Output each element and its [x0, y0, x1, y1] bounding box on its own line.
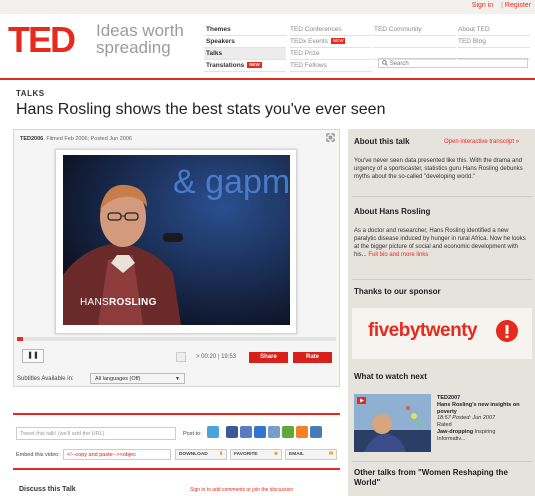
- nav-item-talks[interactable]: Talks: [204, 48, 286, 60]
- nav-about: About TED TED Blog: [458, 24, 530, 60]
- divider: [352, 196, 532, 197]
- pause-button[interactable]: ❚❚: [22, 349, 44, 363]
- stumbleupon-icon[interactable]: [282, 426, 294, 438]
- watch-next-heading: What to watch next: [354, 372, 427, 381]
- post-to-label: Post to:: [183, 431, 202, 437]
- nav-community: TED Community: [374, 24, 456, 60]
- sponsor-heading: Thanks to our sponsor: [354, 287, 441, 296]
- next-talk-info: TED2007 Hans Rosling's new insights on p…: [437, 395, 520, 442]
- account-links: Sign in | Register: [471, 2, 531, 9]
- nav-item-about-ted[interactable]: About TED: [458, 24, 530, 36]
- discuss-divider: [13, 468, 340, 470]
- share-button[interactable]: Share: [249, 352, 288, 363]
- subtitles-label: Subtitles Available in:: [17, 376, 74, 382]
- envelope-icon: ✉: [328, 452, 333, 457]
- digg-icon[interactable]: [268, 426, 280, 438]
- favorite-button[interactable]: FAVORITE ★: [230, 449, 282, 460]
- nav-item-themes[interactable]: Themes: [204, 24, 286, 36]
- tweet-input[interactable]: Tweet this talk! (we'll add the URL): [16, 427, 176, 440]
- divider: [352, 461, 532, 462]
- section-label: TALKS: [16, 89, 45, 98]
- subtitles-select[interactable]: All languages (Off) ▼: [90, 373, 185, 384]
- nav-item-ted-blog[interactable]: TED Blog: [458, 36, 530, 48]
- transcript-link[interactable]: Open interactive transcript »: [444, 139, 519, 145]
- delicious-icon[interactable]: [254, 426, 266, 438]
- next-talk-title[interactable]: Hans Rosling's new insights on poverty: [437, 402, 520, 415]
- nav-primary: Themes Speakers Talks Translations NEW: [204, 24, 286, 72]
- download-button[interactable]: DOWNLOAD ⬇: [175, 449, 227, 460]
- divider: [352, 279, 532, 280]
- new-badge: NEW: [247, 62, 262, 69]
- signin-link[interactable]: Sign in: [472, 2, 493, 9]
- header-divider: [0, 78, 535, 80]
- star-icon: ★: [273, 452, 278, 457]
- about-speaker-heading: About Hans Rosling: [354, 207, 431, 216]
- embed-label: Embed this video:: [16, 452, 60, 458]
- volume-icon[interactable]: [176, 352, 186, 362]
- ted-logo[interactable]: TED: [8, 22, 76, 58]
- time-display: > 00:20 | 19:53: [196, 354, 237, 360]
- rss-icon[interactable]: [296, 426, 308, 438]
- twitter-icon[interactable]: [207, 426, 219, 438]
- about-talk-heading: About this talk: [354, 137, 410, 146]
- email-icon[interactable]: [310, 426, 322, 438]
- nav-item-speakers[interactable]: Speakers: [204, 36, 286, 48]
- full-bio-link[interactable]: Full bio and more links: [368, 252, 428, 258]
- next-talk-image: [354, 394, 431, 452]
- nav-item-ted-prize[interactable]: TED Prize: [290, 48, 372, 60]
- myspace-icon[interactable]: [240, 426, 252, 438]
- nav-ted-links: TED Conferences TEDx Events NEW TED Prize…: [290, 24, 372, 72]
- share-divider: [13, 413, 340, 415]
- next-talk-thumbnail[interactable]: [354, 394, 431, 452]
- nav-item-ted-conferences[interactable]: TED Conferences: [290, 24, 372, 36]
- progress-fill: [17, 337, 23, 341]
- slide-text: & gapm: [173, 163, 290, 201]
- speaker-caption: HANSROSLING: [80, 297, 157, 308]
- talk-meta: TED2006, Filmed Feb 2006; Posted Jun 200…: [20, 136, 132, 142]
- search-icon: [382, 60, 388, 67]
- progress-track[interactable]: [17, 337, 336, 341]
- about-talk-text: You've never seen data presented like th…: [354, 158, 523, 180]
- rate-button[interactable]: Rate: [293, 352, 332, 363]
- discuss-links[interactable]: Sign in to add comments or join the disc…: [190, 487, 293, 493]
- tagline: Ideas worth spreading: [96, 21, 184, 57]
- email-button[interactable]: EMAIL ✉: [285, 449, 337, 460]
- chevron-down-icon: ▼: [175, 376, 180, 382]
- discuss-title: Discuss this Talk: [19, 486, 76, 493]
- sponsor-logo-text: fivebytwenty: [368, 320, 478, 341]
- nav-item-ted-fellows[interactable]: TED Fellows: [290, 60, 372, 72]
- search-input[interactable]: Search: [378, 58, 528, 68]
- nav-item-translations[interactable]: Translations NEW: [204, 60, 286, 72]
- download-icon: ⬇: [218, 452, 223, 457]
- other-talks-heading: Other talks from "Women Reshaping the Wo…: [354, 468, 508, 487]
- fullscreen-icon[interactable]: [326, 133, 335, 142]
- facebook-icon[interactable]: [226, 426, 238, 438]
- new-badge: NEW: [330, 38, 346, 45]
- embed-code-field[interactable]: <!--copy and paste--><objec: [63, 449, 171, 460]
- register-link[interactable]: Register: [505, 2, 531, 9]
- about-speaker-text: As a doctor and researcher, Hans Rosling…: [354, 228, 526, 258]
- sponsor-logo-icon: [496, 320, 518, 342]
- nav-item-tedx-events[interactable]: TEDx Events NEW: [290, 36, 372, 48]
- top-bar: [0, 0, 535, 14]
- nav-item-ted-community[interactable]: TED Community: [374, 24, 456, 36]
- page-title: Hans Rosling shows the best stats you've…: [16, 101, 386, 118]
